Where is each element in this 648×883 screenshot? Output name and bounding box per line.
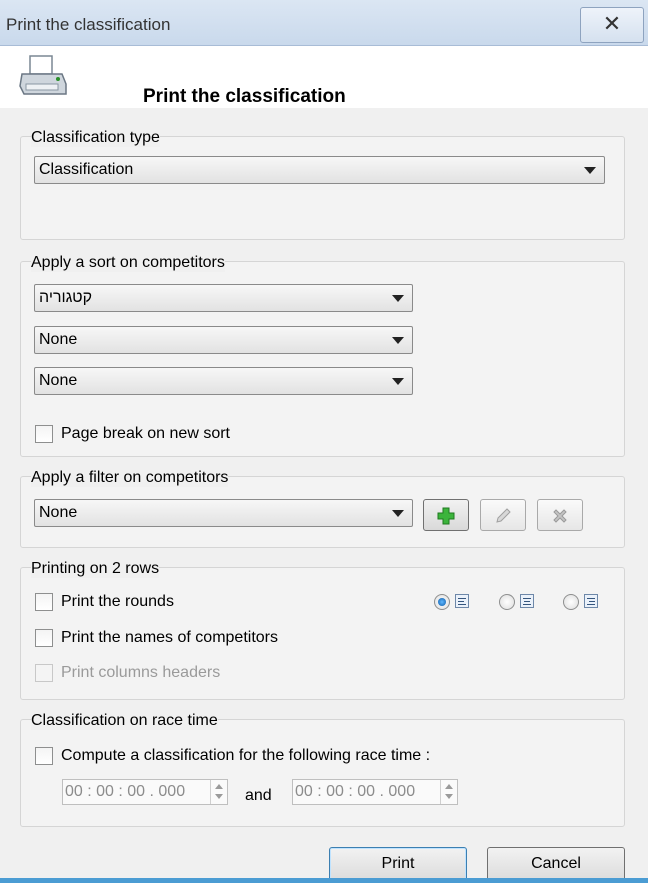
classification-type-group: Classification type Classification [20,129,625,240]
delete-filter-button[interactable] [537,499,583,531]
printer-icon [19,55,67,95]
add-filter-button[interactable] [423,499,469,531]
race-time-title: Classification on race time [31,712,218,730]
race-time-from-spinner[interactable] [210,780,227,804]
classification-type-select[interactable]: Classification [34,156,605,184]
dialog-header: Print the classification [0,46,648,108]
race-time-group: Classification on race time Compute a cl… [20,712,625,827]
sort-select-1-value: קטגוריה [39,289,93,306]
sort-group: Apply a sort on competitors קטגוריה None… [20,254,625,457]
sort-select-3-value: None [39,372,78,389]
filter-group: Apply a filter on competitors None [20,469,625,548]
classification-type-title: Classification type [31,129,160,147]
add-icon [437,507,455,525]
cancel-button[interactable]: Cancel [487,847,625,881]
filter-select[interactable]: None [34,499,413,527]
print-rounds-label: Print the rounds [61,593,174,610]
chevron-down-icon [392,337,404,344]
edit-icon [496,508,511,523]
sort-select-3[interactable]: None [34,367,413,395]
sort-select-1[interactable]: קטגוריה [34,284,413,312]
page-break-label: Page break on new sort [61,425,230,442]
window-bottom-border [0,878,648,883]
race-time-from-input[interactable]: 00 : 00 : 00 . 000 [62,779,228,805]
align-left-radio[interactable] [434,594,450,610]
delete-icon [553,509,567,523]
sort-select-2-value: None [39,331,78,348]
sort-select-2[interactable]: None [34,326,413,354]
print-names-checkbox[interactable] [35,629,53,647]
print-button[interactable]: Print [329,847,467,881]
two-rows-title: Printing on 2 rows [31,560,160,578]
race-time-to-value: 00 : 00 : 00 . 000 [295,783,416,800]
print-headers-checkbox[interactable] [35,664,53,682]
and-label: and [245,787,272,804]
align-right-radio[interactable] [563,594,579,610]
chevron-down-icon [392,295,404,302]
filter-title: Apply a filter on competitors [31,469,229,487]
chevron-down-icon [584,167,596,174]
align-right-icon [584,594,598,608]
dialog-title: Print the classification [143,86,346,107]
align-center-icon [520,594,534,608]
compute-classification-checkbox[interactable] [35,747,53,765]
close-button[interactable]: ✕ [580,7,644,43]
two-rows-group: Printing on 2 rows Print the rounds Prin… [20,560,625,700]
align-center-radio[interactable] [499,594,515,610]
race-time-to-input[interactable]: 00 : 00 : 00 . 000 [292,779,458,805]
race-time-from-value: 00 : 00 : 00 . 000 [65,783,186,800]
page-break-checkbox[interactable] [35,425,53,443]
chevron-down-icon [392,510,404,517]
edit-filter-button[interactable] [480,499,526,531]
compute-classification-label: Compute a classification for the followi… [61,747,431,764]
print-rounds-checkbox[interactable] [35,593,53,611]
sort-title: Apply a sort on competitors [31,254,225,272]
classification-type-value: Classification [39,161,134,178]
align-left-icon [455,594,469,608]
print-names-label: Print the names of competitors [61,629,278,646]
title-bar: Print the classification ✕ [0,0,648,46]
race-time-to-spinner[interactable] [440,780,457,804]
filter-select-value: None [39,504,78,521]
window-title: Print the classification [6,15,171,34]
close-icon: ✕ [602,11,622,36]
print-headers-label: Print columns headers [61,664,221,681]
chevron-down-icon [392,378,404,385]
